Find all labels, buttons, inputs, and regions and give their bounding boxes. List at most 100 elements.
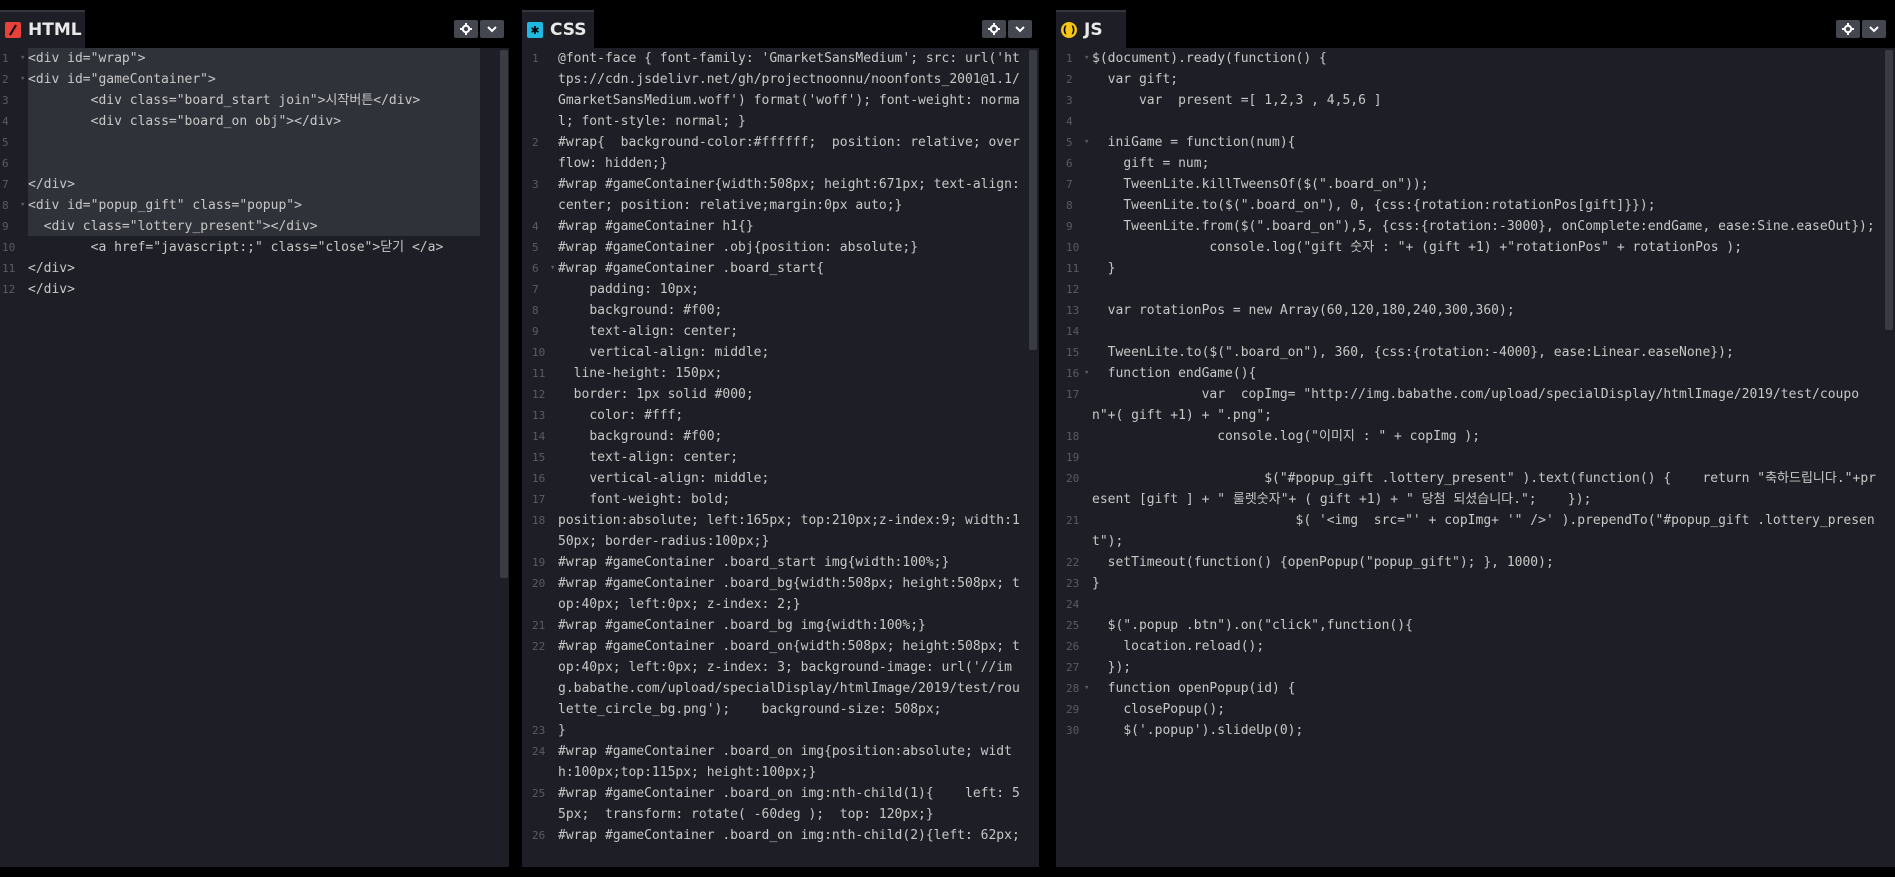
line-number: 8 ▾ bbox=[0, 195, 28, 216]
code-line[interactable]: 12 border: 1px solid #000; bbox=[530, 384, 1020, 405]
code-line[interactable]: 8 background: #f00; bbox=[530, 300, 1020, 321]
js-code-editor[interactable]: 1 ▾ $(document).ready(function() {2 var gi… bbox=[1064, 48, 1876, 867]
code-line[interactable]: 16 vertical-align: middle; bbox=[530, 468, 1020, 489]
code-line[interactable]: 14 background: #f00; bbox=[530, 426, 1020, 447]
css-settings-button[interactable] bbox=[982, 20, 1006, 38]
code-line[interactable]: 17 var copImg= "http://img.babathe.com/u… bbox=[1064, 384, 1876, 426]
css-scrollbar[interactable] bbox=[1029, 50, 1037, 350]
js-collapse-button[interactable] bbox=[1862, 20, 1886, 38]
code-line[interactable]: 16 ▾ function endGame(){ bbox=[1064, 363, 1876, 384]
code-line[interactable]: 3 <div class="board_start join">시작버튼</di… bbox=[0, 90, 480, 111]
tab-html-editor[interactable]: HTML bbox=[0, 10, 85, 48]
tab-css-editor[interactable]: ✱ CSS bbox=[522, 10, 594, 48]
code-line[interactable]: 23} bbox=[530, 720, 1020, 741]
code-text: text-align: center; bbox=[558, 324, 739, 339]
code-line[interactable]: 12 bbox=[1064, 279, 1876, 300]
code-line[interactable]: 28 ▾ function openPopup(id) { bbox=[1064, 678, 1876, 699]
code-line[interactable]: 15 TweenLite.to($(".board_on"), 360, {cs… bbox=[1064, 342, 1876, 363]
code-line[interactable]: 9 text-align: center; bbox=[530, 321, 1020, 342]
code-line[interactable]: 14 bbox=[1064, 321, 1876, 342]
html-scrollbar[interactable] bbox=[500, 50, 508, 578]
code-line[interactable]: 22 #wrap #gameContainer .board_on{width:5… bbox=[530, 636, 1020, 720]
code-line[interactable]: 11 } bbox=[1064, 258, 1876, 279]
fold-arrow-icon[interactable]: ▾ bbox=[1084, 48, 1089, 69]
code-line[interactable]: 21 $( '<img src="' + copImg+ '" />' ).pr… bbox=[1064, 510, 1876, 552]
code-line[interactable]: 26 location.reload(); bbox=[1064, 636, 1876, 657]
code-line[interactable]: 21 #wrap #gameContainer .board_bg img{wid… bbox=[530, 615, 1020, 636]
html-settings-button-main[interactable] bbox=[454, 20, 478, 38]
code-line[interactable]: 3 var present =[ 1,2,3 , 4,5,6 ] bbox=[1064, 90, 1876, 111]
code-line[interactable]: 5 ▾ iniGame = function(num){ bbox=[1064, 132, 1876, 153]
code-line[interactable]: 13 color: #fff; bbox=[530, 405, 1020, 426]
line-number: 17 bbox=[1066, 388, 1080, 401]
line-number: 11 bbox=[532, 367, 546, 380]
code-line[interactable]: 19 #wrap #gameContainer .board_start img{… bbox=[530, 552, 1020, 573]
code-line[interactable]: 1 ▾ $(document).ready(function() { bbox=[1064, 48, 1876, 69]
code-line[interactable]: 19 bbox=[1064, 447, 1876, 468]
html-code-editor[interactable]: 1 ▾ <div id="wrap"> 2 ▾ <div id="gameContaine… bbox=[0, 48, 480, 867]
fold-arrow-icon[interactable]: ▾ bbox=[20, 69, 25, 90]
css-code-editor[interactable]: 1 @font-face { font-family: 'GmarketSansM… bbox=[530, 48, 1020, 867]
css-collapse-button[interactable] bbox=[1008, 20, 1032, 38]
code-line[interactable]: 22 setTimeout(function() {openPopup("pop… bbox=[1064, 552, 1876, 573]
code-line[interactable]: 4 #wrap #gameContainer h1{} bbox=[530, 216, 1020, 237]
code-line[interactable]: 6 gift = num; bbox=[1064, 153, 1876, 174]
code-line[interactable]: 1 @font-face { font-family: 'GmarketSansM… bbox=[530, 48, 1020, 132]
code-line[interactable]: 15 text-align: center; bbox=[530, 447, 1020, 468]
code-line[interactable]: 4 <div class="board_on obj"></div> bbox=[0, 111, 480, 132]
code-line[interactable]: 7 TweenLite.killTweensOf($(".board_on"))… bbox=[1064, 174, 1876, 195]
code-line[interactable]: 3 #wrap #gameContainer{width:508px; heigh… bbox=[530, 174, 1020, 216]
code-line[interactable]: 27 }); bbox=[1064, 657, 1876, 678]
code-line[interactable]: 2 var gift; bbox=[1064, 69, 1876, 90]
html-collapse-button-main[interactable] bbox=[480, 20, 504, 38]
code-line[interactable]: 8 ▾ <div id="popup_gift" class="popup"> bbox=[0, 195, 480, 216]
code-line[interactable]: 18 position:absolute; left:165px; top:210… bbox=[530, 510, 1020, 552]
code-line[interactable]: 9 <div class="lottery_present"></div> bbox=[0, 216, 480, 237]
code-line[interactable]: 26 #wrap #gameContainer .board_on img:nth… bbox=[530, 825, 1020, 846]
code-line[interactable]: 11 line-height: 150px; bbox=[530, 363, 1020, 384]
fold-arrow-icon[interactable]: ▾ bbox=[20, 48, 25, 69]
code-line[interactable]: 10 <a href="javascript:;" class="close">… bbox=[0, 237, 480, 258]
code-line[interactable]: 8 TweenLite.to($(".board_on"), 0, {css:{… bbox=[1064, 195, 1876, 216]
code-line[interactable]: 5 #wrap #gameContainer .obj{position: abs… bbox=[530, 237, 1020, 258]
code-line[interactable]: 6 ▾ #wrap #gameContainer .board_start{ bbox=[530, 258, 1020, 279]
code-line[interactable]: 11 </div> bbox=[0, 258, 480, 279]
code-line[interactable]: 20 $("#popup_gift .lottery_present" ).te… bbox=[1064, 468, 1876, 510]
code-line[interactable]: 25 #wrap #gameContainer .board_on img:nth… bbox=[530, 783, 1020, 825]
js-scrollbar[interactable] bbox=[1885, 50, 1893, 330]
code-text: var gift; bbox=[1092, 72, 1179, 87]
code-line[interactable]: 6 bbox=[0, 153, 480, 174]
code-line[interactable]: 2 #wrap{ background-color:#ffffff; positi… bbox=[530, 132, 1020, 174]
code-text: #wrap #gameContainer .board_on img{posit… bbox=[558, 744, 1012, 780]
fold-arrow-icon[interactable]: ▾ bbox=[1084, 132, 1089, 153]
fold-arrow-icon[interactable]: ▾ bbox=[1084, 363, 1089, 384]
code-text: console.log("이미지 : " + copImg ); bbox=[1092, 429, 1481, 444]
code-line[interactable]: 9 TweenLite.from($(".board_on"),5, {css:… bbox=[1064, 216, 1876, 237]
code-line[interactable]: 5 bbox=[0, 132, 480, 153]
code-line[interactable]: 12 </div> bbox=[0, 279, 480, 300]
code-line[interactable]: 7 padding: 10px; bbox=[530, 279, 1020, 300]
js-settings-button[interactable] bbox=[1836, 20, 1860, 38]
code-line[interactable]: 10 console.log("gift 숫자 : "+ (gift +1) +… bbox=[1064, 237, 1876, 258]
code-line[interactable]: 24 #wrap #gameContainer .board_on img{pos… bbox=[530, 741, 1020, 783]
code-line[interactable]: 25 $(".popup .btn").on("click",function(… bbox=[1064, 615, 1876, 636]
fold-arrow-icon[interactable]: ▾ bbox=[1084, 678, 1089, 699]
code-line[interactable]: 4 bbox=[1064, 111, 1876, 132]
tab-js-editor[interactable]: ( ) JS bbox=[1056, 10, 1126, 48]
fold-arrow-icon[interactable]: ▾ bbox=[20, 195, 25, 216]
code-line[interactable]: 24 bbox=[1064, 594, 1876, 615]
code-line[interactable]: 17 font-weight: bold; bbox=[530, 489, 1020, 510]
code-line[interactable]: 30 $('.popup').slideUp(0); bbox=[1064, 720, 1876, 741]
code-line[interactable]: 7 </div> bbox=[0, 174, 480, 195]
code-line[interactable]: 18 console.log("이미지 : " + copImg ); bbox=[1064, 426, 1876, 447]
code-line[interactable]: 29 closePopup(); bbox=[1064, 699, 1876, 720]
code-line[interactable]: 13 var rotationPos = new Array(60,120,18… bbox=[1064, 300, 1876, 321]
code-line[interactable]: 2 ▾ <div id="gameContainer"> bbox=[0, 69, 480, 90]
code-text: #wrap #gameContainer .obj{position: abso… bbox=[558, 240, 919, 255]
code-line[interactable]: 10 vertical-align: middle; bbox=[530, 342, 1020, 363]
code-line[interactable]: 1 ▾ <div id="wrap"> bbox=[0, 48, 480, 69]
code-line[interactable]: 20 #wrap #gameContainer .board_bg{width:5… bbox=[530, 573, 1020, 615]
code-line[interactable]: 23} bbox=[1064, 573, 1876, 594]
fold-arrow-icon[interactable]: ▾ bbox=[550, 258, 555, 279]
